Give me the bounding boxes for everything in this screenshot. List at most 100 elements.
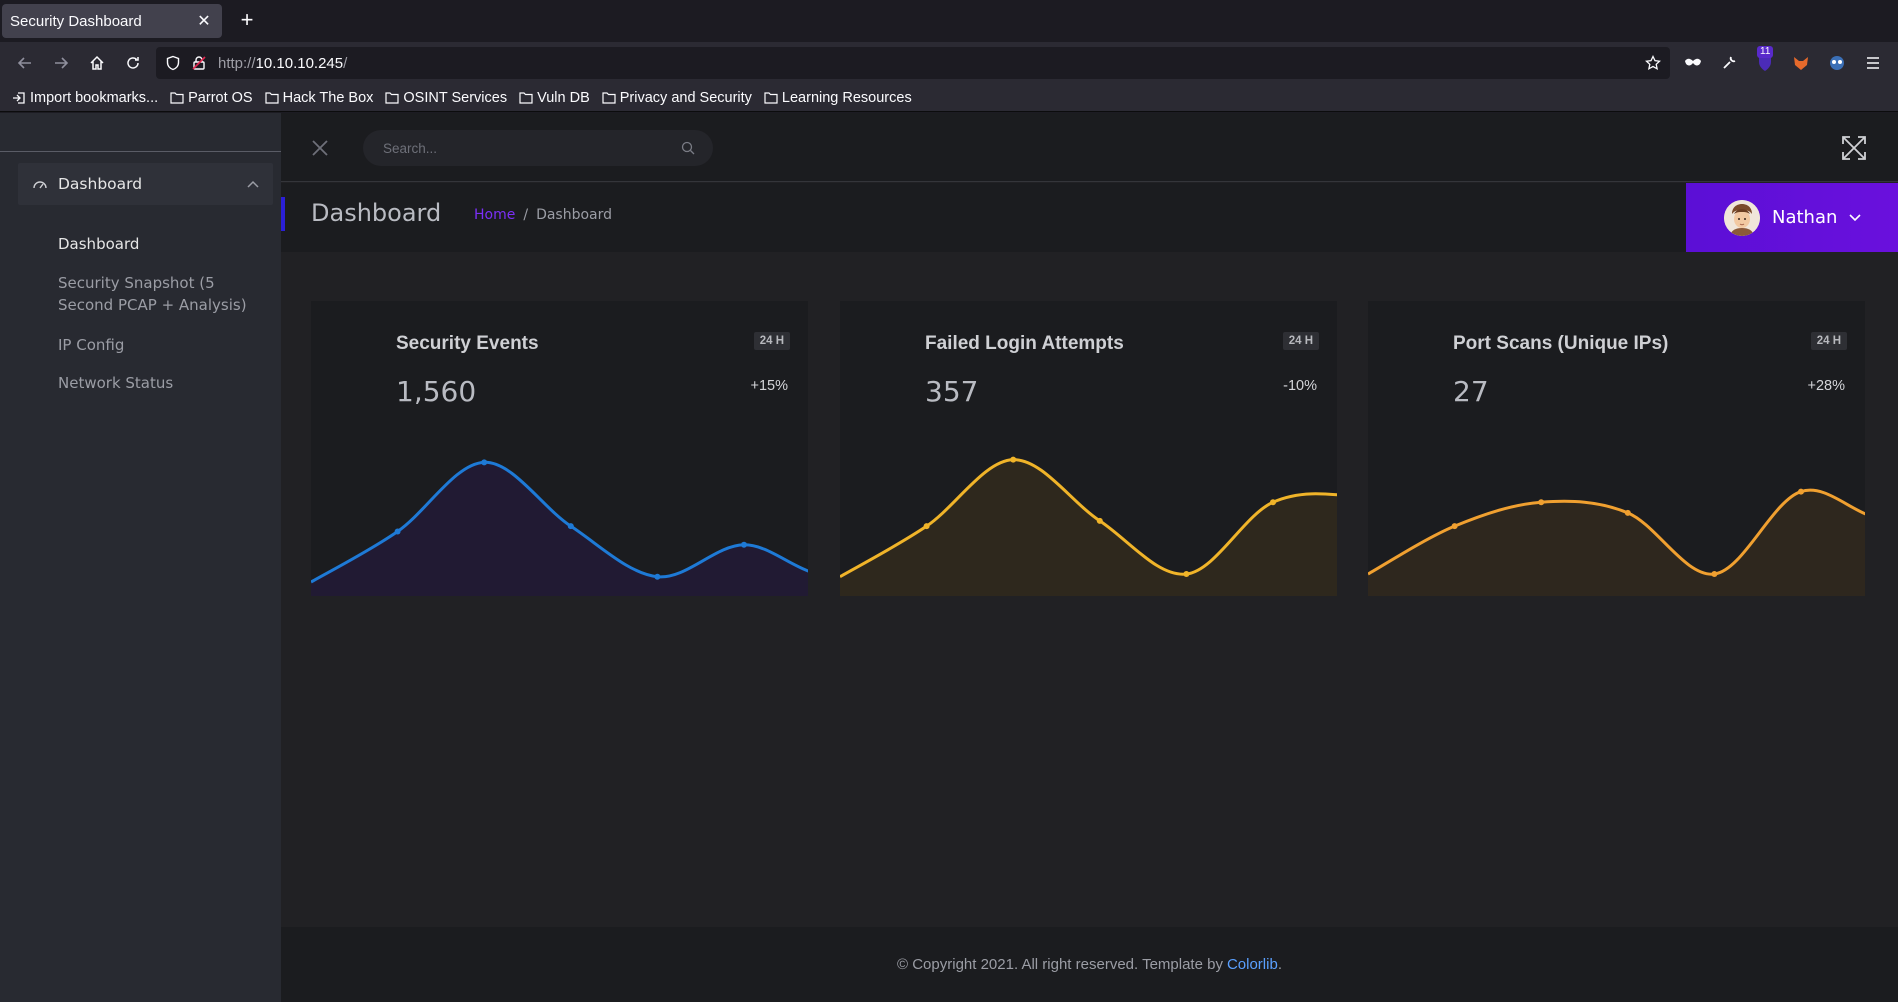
folder-icon [264, 92, 279, 104]
wrench-icon[interactable] [1717, 51, 1741, 75]
stat-card-failed-logins: Failed Login Attempts 24 H 357 -10% [840, 301, 1337, 596]
bookmark-label: Parrot OS [188, 89, 253, 106]
bookmark-import[interactable]: Import bookmarks... [12, 90, 158, 106]
folder-icon [602, 92, 616, 104]
sparkline-area [311, 462, 808, 596]
card-title: Failed Login Attempts [925, 333, 1124, 354]
bookmark-folder[interactable]: Parrot OS [170, 89, 253, 106]
sidebar-section-dashboard[interactable]: Dashboard [18, 163, 273, 205]
card-value: 27 [1453, 375, 1489, 408]
search-box [363, 130, 713, 166]
bookmark-label: Vuln DB [537, 89, 590, 106]
forward-icon[interactable] [48, 50, 74, 76]
chevron-down-icon[interactable] [1849, 213, 1861, 222]
sidebar-item-ip-config[interactable]: IP Config [58, 334, 268, 356]
card-title: Port Scans (Unique IPs) [1453, 333, 1669, 354]
shield-icon[interactable] [164, 54, 182, 72]
bookmark-label: Learning Resources [781, 89, 912, 106]
sparkline-point [1797, 488, 1804, 495]
folder-icon [764, 92, 778, 104]
back-icon[interactable] [12, 50, 38, 76]
wappalyzer-icon[interactable] [1825, 51, 1849, 75]
private-mask-icon[interactable] [1681, 51, 1705, 75]
chevron-up-icon[interactable] [247, 180, 259, 188]
sparkline-point [1183, 571, 1190, 578]
card-period-badge: 24 H [1282, 332, 1319, 350]
foxyproxy-icon[interactable] [1789, 51, 1813, 75]
new-tab-button[interactable]: + [235, 9, 259, 33]
url-protocol: http:// [218, 54, 256, 72]
extension-badge: 11 [1757, 46, 1774, 58]
insecure-lock-icon[interactable] [190, 54, 208, 72]
sparkline-point [1010, 456, 1017, 463]
sparkline-point [1269, 499, 1276, 506]
breadcrumb-separator: / [523, 207, 529, 223]
sparkline-point [1711, 571, 1718, 578]
bookmark-folder[interactable]: Learning Resources [764, 90, 912, 106]
folder-icon [170, 92, 184, 104]
footer-copyright: © Copyright 2021. All right reserved. Te… [897, 956, 1223, 973]
sparkline-point [1538, 499, 1545, 506]
bookmark-label: Import bookmarks... [30, 89, 159, 106]
extension-shield-icon[interactable]: 11 [1753, 46, 1777, 75]
bookmark-label: Privacy and Security [619, 89, 752, 106]
title-accent-bar [281, 197, 285, 231]
card-period-badge: 24 H [753, 332, 790, 350]
bookmark-folder[interactable]: Privacy and Security [602, 90, 752, 106]
bookmark-label: OSINT Services [403, 89, 508, 106]
search-input[interactable] [381, 139, 681, 157]
sparkline-point [567, 523, 574, 530]
card-delta: +28% [1807, 378, 1846, 394]
sparkline-point [481, 459, 488, 466]
bookmark-folder[interactable]: Vuln DB [519, 90, 590, 106]
home-icon[interactable] [84, 50, 110, 76]
sidebar-section-label: Dashboard [58, 175, 143, 193]
browser-navbar: http:// 10.10.10.245 / 11 [0, 42, 1898, 84]
card-value: 357 [925, 375, 979, 408]
footer: © Copyright 2021. All right reserved. Te… [281, 927, 1898, 1002]
sparkline-point [923, 523, 930, 530]
stat-card-security-events: Security Events 24 H 1,560 +15% [311, 301, 808, 596]
sparkline-point [1624, 509, 1631, 516]
sparkline-chart [311, 459, 808, 596]
folder-icon [519, 92, 533, 104]
reload-icon[interactable] [120, 50, 146, 76]
page: Dashboard Dashboard Security Snapshot (5… [0, 113, 1898, 1002]
card-delta: -10% [1283, 378, 1317, 394]
tab-close-icon[interactable]: ✕ [194, 11, 214, 31]
sparkline-point [654, 573, 661, 580]
search-icon[interactable] [681, 141, 695, 155]
sparkline-point [1451, 523, 1458, 530]
sidebar-item-security-snapshot[interactable]: Security Snapshot (5 Second PCAP + Analy… [58, 272, 268, 316]
sidebar-item-network-status[interactable]: Network Status [58, 372, 268, 394]
breadcrumb: Home / Dashboard [474, 207, 612, 223]
sparkline-point [394, 528, 401, 535]
page-header: Dashboard Home / Dashboard Nathan [281, 183, 1898, 252]
card-value: 1,560 [396, 375, 477, 408]
footer-suffix: . [1277, 956, 1282, 973]
bookmark-star-icon[interactable] [1644, 54, 1662, 72]
sidebar: Dashboard Dashboard Security Snapshot (5… [0, 113, 281, 1002]
dashboard-gauge-icon [33, 181, 47, 189]
fullscreen-icon[interactable] [1841, 135, 1867, 161]
close-sidebar-icon[interactable] [309, 137, 331, 159]
main-content: Dashboard Home / Dashboard [281, 113, 1898, 1002]
bookmark-folder[interactable]: OSINT Services [385, 90, 507, 106]
bookmark-folder[interactable]: Hack The Box [264, 90, 373, 106]
sparkline-chart [840, 456, 1337, 596]
footer-colorlib-link[interactable]: Colorlib [1227, 956, 1278, 973]
sparkline-area [840, 459, 1337, 596]
breadcrumb-current: Dashboard [536, 207, 613, 223]
stat-card-port-scans: Port Scans (Unique IPs) 24 H 27 +28% [1368, 301, 1865, 596]
url-bar[interactable]: http:// 10.10.10.245 / [156, 47, 1670, 79]
card-period-badge: 24 H [1810, 332, 1847, 350]
sidebar-divider [0, 151, 281, 152]
menu-icon[interactable] [1861, 51, 1885, 75]
browser-tab[interactable]: Security Dashboard ✕ [2, 4, 222, 38]
sparkline-point [740, 541, 747, 548]
tab-title: Security Dashboard [10, 12, 142, 30]
sidebar-item-dashboard[interactable]: Dashboard [58, 233, 268, 255]
sparkline-point [1096, 517, 1103, 524]
user-menu[interactable]: Nathan [1686, 183, 1898, 252]
breadcrumb-home[interactable]: Home [474, 207, 515, 223]
